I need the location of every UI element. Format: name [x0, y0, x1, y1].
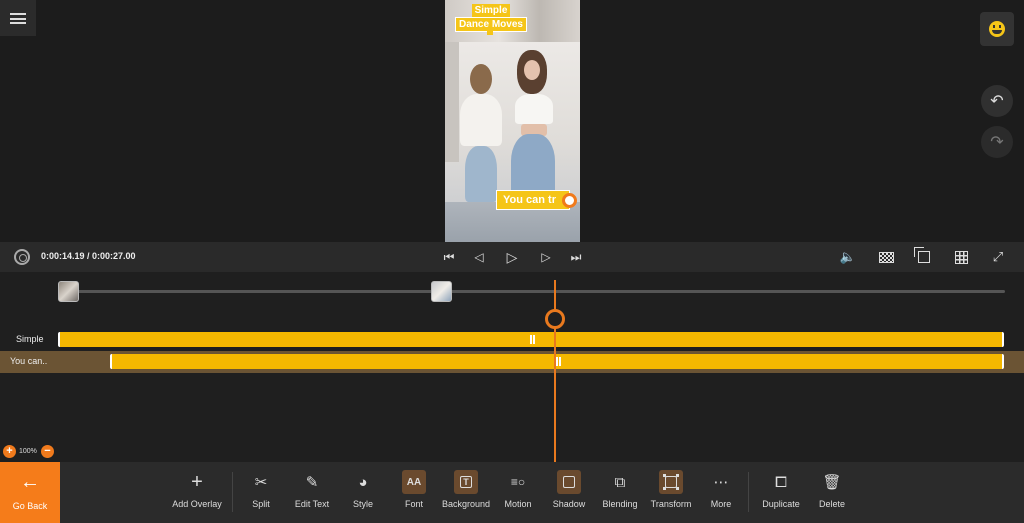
redo-icon: ↷	[990, 134, 1004, 151]
expand-icon: ⤢	[992, 249, 1004, 264]
trash-icon: 🗑	[822, 474, 842, 491]
overlay-anchor	[487, 31, 493, 35]
overlay-line-2: Dance Moves	[455, 17, 527, 32]
split-button[interactable]: ✂ Split	[240, 462, 282, 523]
zoom-level: 100%	[19, 448, 37, 455]
grid-button[interactable]	[952, 248, 970, 266]
more-icon: ⋯	[713, 474, 729, 491]
track-label: You can..	[10, 356, 48, 366]
playhead-handle[interactable]	[545, 309, 565, 329]
plus-icon: +	[191, 470, 203, 493]
background-button[interactable]	[877, 248, 895, 266]
video-editor-app: Simple Dance Moves You can tr ↶ ↷ 0:00:1…	[0, 0, 1024, 523]
aspect-ratio-button[interactable]	[914, 247, 933, 266]
clip-thumbnail-2[interactable]	[431, 281, 452, 302]
text-box-icon: T	[454, 470, 478, 494]
main-video-track[interactable]	[60, 290, 1005, 293]
duplicate-icon: ⧠	[774, 473, 787, 491]
scissors-icon: ✂	[254, 474, 268, 491]
text-clip-simple[interactable]	[58, 332, 1004, 347]
go-back-label: Go Back	[12, 501, 48, 511]
toolbar-divider	[232, 472, 233, 512]
text-overlay-simple[interactable]: Simple Dance Moves	[455, 4, 527, 32]
undo-icon: ↶	[990, 93, 1004, 110]
step-back-icon: ◁	[474, 250, 484, 264]
emoji-icon	[989, 21, 1005, 37]
preview-area: Simple Dance Moves You can tr ↶ ↷	[0, 0, 1024, 242]
edit-text-button[interactable]: ✎ Edit Text	[290, 462, 334, 523]
zoom-out-button[interactable]: −	[41, 445, 54, 458]
shadow-button[interactable]: Shadow	[548, 462, 590, 523]
menu-icon	[10, 12, 26, 24]
background-button[interactable]: T Background	[440, 462, 492, 523]
font-icon: AA	[402, 470, 426, 494]
skip-to-end-button[interactable]: ⏭	[567, 248, 585, 266]
transform-button[interactable]: Transform	[648, 462, 694, 523]
aspect-ratio-icon	[914, 247, 930, 263]
timecode-display: 0:00:14.19 / 0:00:27.00	[41, 251, 136, 261]
shadow-icon	[557, 470, 581, 494]
settings-gear-icon[interactable]	[14, 249, 30, 265]
hamburger-menu-button[interactable]	[0, 0, 36, 36]
add-overlay-button[interactable]: + Add Overlay	[167, 462, 227, 523]
palette-icon: ◕	[358, 473, 368, 491]
clip-thumbnail-1[interactable]	[58, 281, 79, 302]
zoom-in-button[interactable]: +	[3, 445, 16, 458]
redo-button[interactable]: ↷	[981, 126, 1013, 158]
fullscreen-button[interactable]: ⤢	[989, 248, 1007, 266]
overlay-line-1: Simple	[471, 4, 511, 17]
playback-bar: 0:00:14.19 / 0:00:27.00 ⏮ ◁ ▷ ▷ ⏭ 🔈 ⤢	[0, 242, 1024, 272]
previous-frame-button[interactable]: ◁	[470, 248, 488, 266]
pencil-icon: ✎	[305, 474, 319, 491]
timeline[interactable]: Simple You can..	[0, 272, 1024, 462]
track-row-simple[interactable]: Simple	[0, 329, 1024, 351]
skip-end-icon: ⏭	[570, 249, 582, 264]
grid-icon	[954, 250, 968, 264]
next-frame-button[interactable]: ▷	[537, 248, 555, 266]
playhead[interactable]	[554, 280, 556, 462]
volume-button[interactable]: 🔈	[839, 248, 857, 266]
transform-icon	[659, 470, 683, 494]
text-overlay-you-can[interactable]: You can tr	[496, 190, 570, 210]
text-clip-you-can[interactable]	[110, 354, 1004, 369]
delete-button[interactable]: 🗑 Delete	[811, 462, 853, 523]
bottom-toolbar: ← Go Back + Add Overlay ✂ Split ✎ Edit T…	[0, 462, 1024, 523]
checkerboard-icon	[878, 251, 894, 263]
undo-button[interactable]: ↶	[981, 85, 1013, 117]
sticker-button[interactable]	[980, 12, 1014, 46]
volume-icon: 🔈	[839, 249, 857, 264]
track-row-you-can[interactable]: You can..	[0, 351, 1024, 373]
motion-icon: ≡○	[510, 475, 526, 489]
duplicate-button[interactable]: ⧠ Duplicate	[756, 462, 806, 523]
blending-icon: ⧉	[614, 473, 626, 491]
blending-button[interactable]: ⧉ Blending	[598, 462, 642, 523]
skip-to-start-button[interactable]: ⏮	[440, 248, 458, 266]
play-icon: ▷	[506, 248, 518, 265]
arrow-left-icon: ←	[20, 471, 40, 493]
go-back-button[interactable]: ← Go Back	[0, 462, 60, 523]
toolbar-divider	[748, 472, 749, 512]
style-button[interactable]: ◕ Style	[342, 462, 384, 523]
font-button[interactable]: AA Font	[393, 462, 435, 523]
motion-button[interactable]: ≡○ Motion	[497, 462, 539, 523]
play-button[interactable]: ▷	[503, 248, 521, 266]
step-forward-icon: ▷	[541, 250, 551, 264]
skip-start-icon: ⏮	[443, 249, 455, 264]
overlay-resize-handle[interactable]	[562, 193, 577, 208]
more-button[interactable]: ⋯ More	[700, 462, 742, 523]
